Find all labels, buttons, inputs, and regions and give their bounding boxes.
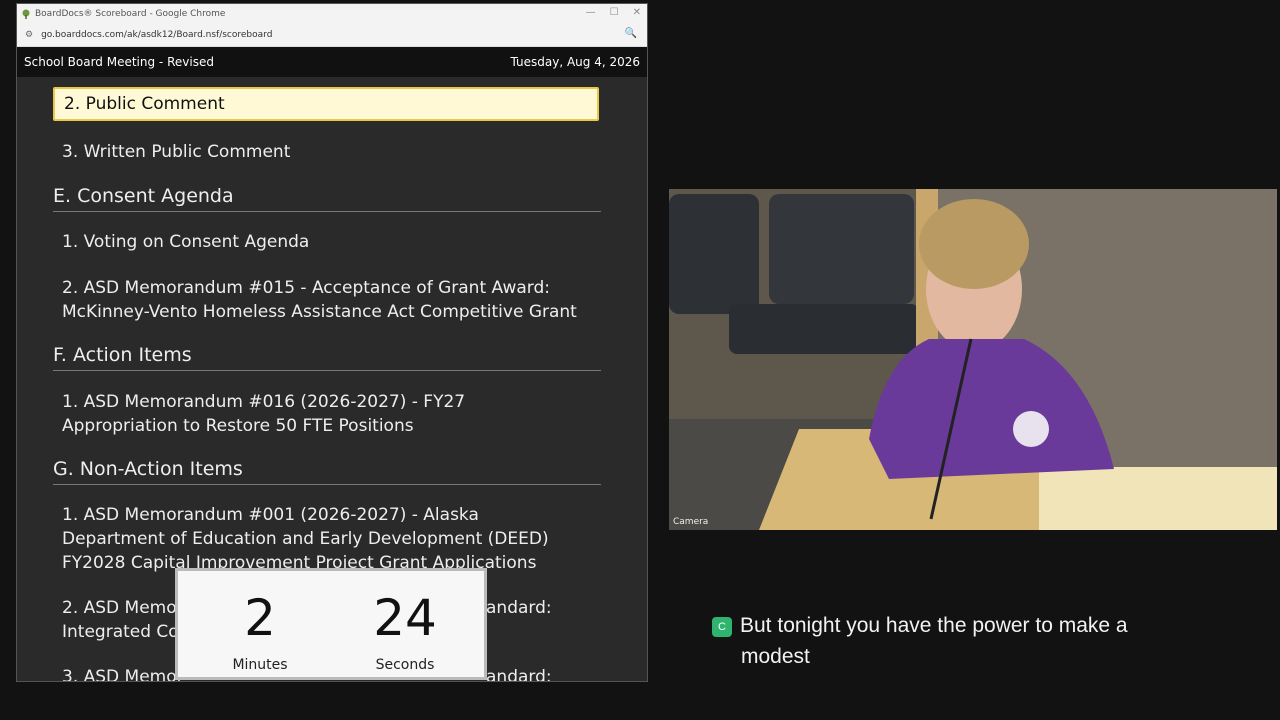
agenda-item[interactable]: 2. ASD Memorandum #015 - Acceptance of G… [62,276,582,324]
url-text[interactable]: go.boarddocs.com/ak/asdk12/Board.nsf/sco… [41,30,272,40]
caption-line-2: modest [741,645,810,668]
timer-minutes-label: Minutes [232,657,288,673]
agenda-section: E. Consent Agenda [53,183,601,212]
agenda-section: G. Non-Action Items [53,456,601,485]
meeting-date: Tuesday, Aug 4, 2026 [510,55,641,69]
minimize-icon[interactable]: — [586,7,596,18]
current-agenda-item[interactable]: 2. Public Comment [53,87,599,121]
page-header: School Board Meeting - Revised Tuesday, … [17,47,647,77]
boarddocs-tree-icon [22,9,30,19]
timer-seconds: 24 [373,589,437,647]
camera-label: Camera [673,517,709,527]
agenda-item[interactable]: 3. Written Public Comment [62,140,582,164]
countdown-timer: 2 Minutes 24 Seconds [175,568,487,680]
site-settings-icon[interactable]: ⚙ [25,30,33,40]
live-caption: C But tonight you have the power to make … [712,610,1212,672]
camera-video-feed: Camera [669,189,1277,530]
zoom-icon[interactable]: 🔍 [625,28,637,39]
agenda-item[interactable]: 1. ASD Memorandum #016 (2026-2027) - FY2… [62,390,582,438]
address-bar[interactable]: ⚙ go.boarddocs.com/ak/asdk12/Board.nsf/s… [17,24,647,47]
meeting-title: School Board Meeting - Revised [24,55,214,69]
agenda-item[interactable]: 1. Voting on Consent Agenda [62,230,582,254]
timer-minutes: 2 [244,589,276,647]
speaker-video-image [669,189,1277,530]
caption-badge-icon: C [712,617,732,637]
window-title: BoardDocs® Scoreboard - Google Chrome [35,9,226,19]
agenda-item[interactable]: 1. ASD Memorandum #001 (2026-2027) - Ala… [62,503,582,575]
maximize-icon[interactable]: ☐ [610,7,619,18]
caption-line-1: But tonight you have the power to make a [740,614,1128,637]
timer-seconds-label: Seconds [375,657,435,673]
agenda-section: F. Action Items [53,342,601,371]
close-icon[interactable]: ✕ [633,7,641,18]
title-bar: BoardDocs® Scoreboard - Google Chrome — … [17,4,647,24]
